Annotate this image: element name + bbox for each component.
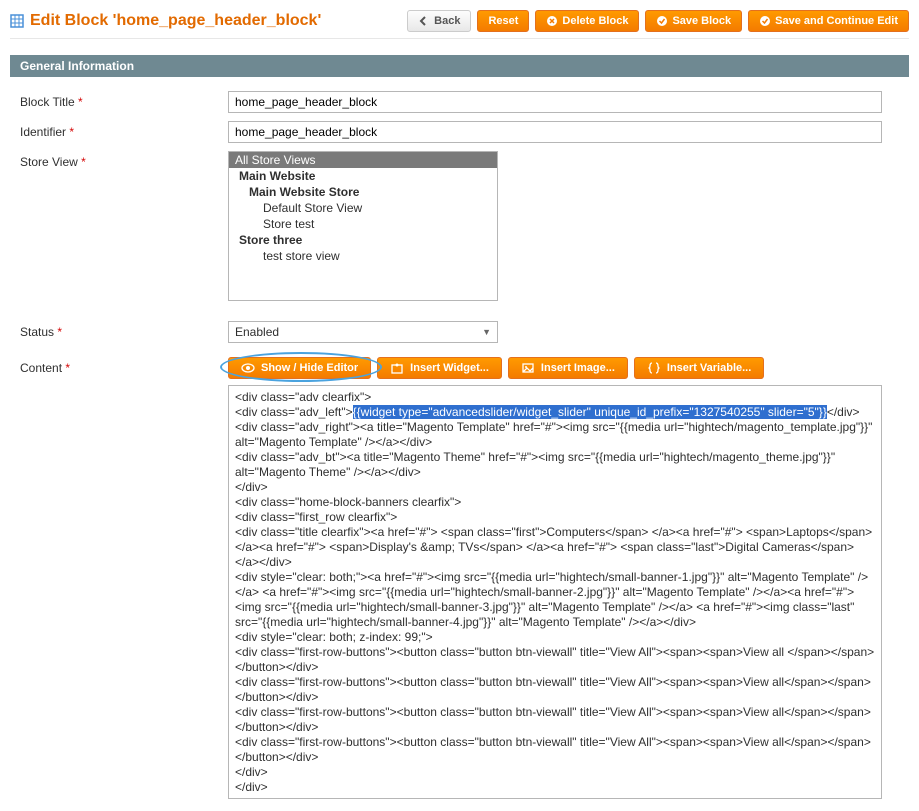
store-view-option[interactable]: Main Website Store <box>229 184 497 200</box>
puzzle-icon <box>390 361 404 375</box>
row-content: Content * Show / Hide Editor Insert Widg… <box>10 353 909 803</box>
insert-variable-button[interactable]: Insert Variable... <box>634 357 764 379</box>
check-icon <box>759 15 771 27</box>
row-block-title: Block Title * <box>10 87 909 117</box>
row-store-view: Store View * All Store Views Main Websit… <box>10 147 909 305</box>
page-title-text: Edit Block 'home_page_header_block' <box>30 12 321 30</box>
save-block-button[interactable]: Save Block <box>645 10 742 32</box>
save-block-label: Save Block <box>672 15 731 27</box>
insert-variable-label: Insert Variable... <box>667 362 751 374</box>
identifier-input[interactable] <box>228 121 882 143</box>
store-view-option[interactable]: All Store Views <box>229 152 497 168</box>
store-view-option[interactable]: Main Website <box>229 168 497 184</box>
delete-block-button[interactable]: Delete Block <box>535 10 639 32</box>
content-toolbar: Show / Hide Editor Insert Widget... Inse… <box>228 357 899 379</box>
delete-icon <box>546 15 558 27</box>
label-identifier: Identifier * <box>20 121 228 139</box>
insert-widget-button[interactable]: Insert Widget... <box>377 357 502 379</box>
save-continue-label: Save and Continue Edit <box>775 15 898 27</box>
show-hide-editor-button[interactable]: Show / Hide Editor <box>228 357 371 379</box>
block-icon <box>10 14 24 28</box>
label-content: Content * <box>20 357 228 375</box>
section-general-information: General Information Block Title * Identi… <box>10 55 909 803</box>
label-block-title: Block Title * <box>20 91 228 109</box>
show-hide-label: Show / Hide Editor <box>261 362 358 374</box>
store-view-option[interactable]: Store three <box>229 232 497 248</box>
braces-icon <box>647 361 661 375</box>
insert-image-label: Insert Image... <box>541 362 615 374</box>
chevron-down-icon: ▼ <box>482 327 491 337</box>
content-textarea[interactable]: <div class="adv clearfix"><div class="ad… <box>228 385 882 799</box>
label-status: Status * <box>20 321 228 339</box>
eye-icon <box>241 361 255 375</box>
store-view-option[interactable]: Store test <box>229 216 497 232</box>
save-continue-button[interactable]: Save and Continue Edit <box>748 10 909 32</box>
insert-widget-label: Insert Widget... <box>410 362 489 374</box>
check-icon <box>656 15 668 27</box>
store-view-option[interactable]: test store view <box>229 248 497 264</box>
image-icon <box>521 361 535 375</box>
back-button-label: Back <box>434 15 460 27</box>
delete-block-label: Delete Block <box>562 15 628 27</box>
status-value: Enabled <box>235 325 279 339</box>
back-button[interactable]: Back <box>407 10 471 32</box>
page-header: Edit Block 'home_page_header_block' Back… <box>10 8 909 39</box>
back-arrow-icon <box>418 15 430 27</box>
block-title-input[interactable] <box>228 91 882 113</box>
store-view-option[interactable]: Default Store View <box>229 200 497 216</box>
status-select[interactable]: Enabled ▼ <box>228 321 498 343</box>
store-view-select[interactable]: All Store Views Main Website Main Websit… <box>228 151 498 301</box>
reset-button-label: Reset <box>488 15 518 27</box>
row-identifier: Identifier * <box>10 117 909 147</box>
reset-button[interactable]: Reset <box>477 10 529 32</box>
label-store-view: Store View * <box>20 151 228 169</box>
row-status: Status * Enabled ▼ <box>10 317 909 347</box>
page-title: Edit Block 'home_page_header_block' <box>10 12 401 30</box>
section-title: General Information <box>10 55 909 77</box>
insert-image-button[interactable]: Insert Image... <box>508 357 628 379</box>
